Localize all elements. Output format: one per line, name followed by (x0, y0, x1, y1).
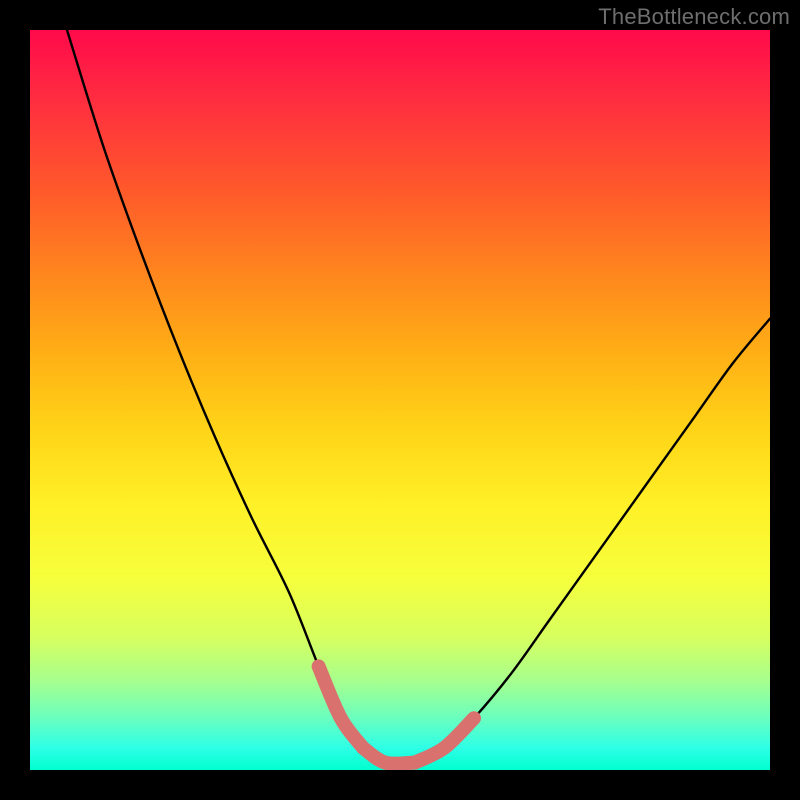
chart-stage: TheBottleneck.com (0, 0, 800, 800)
right-highlight (415, 718, 474, 762)
watermark-text: TheBottleneck.com (598, 4, 790, 30)
highlight-group (319, 666, 474, 763)
flat-highlight (363, 748, 415, 764)
left-highlight (319, 666, 363, 747)
bottleneck-curve (67, 30, 770, 764)
plot-svg (30, 30, 770, 770)
plot-area (30, 30, 770, 770)
